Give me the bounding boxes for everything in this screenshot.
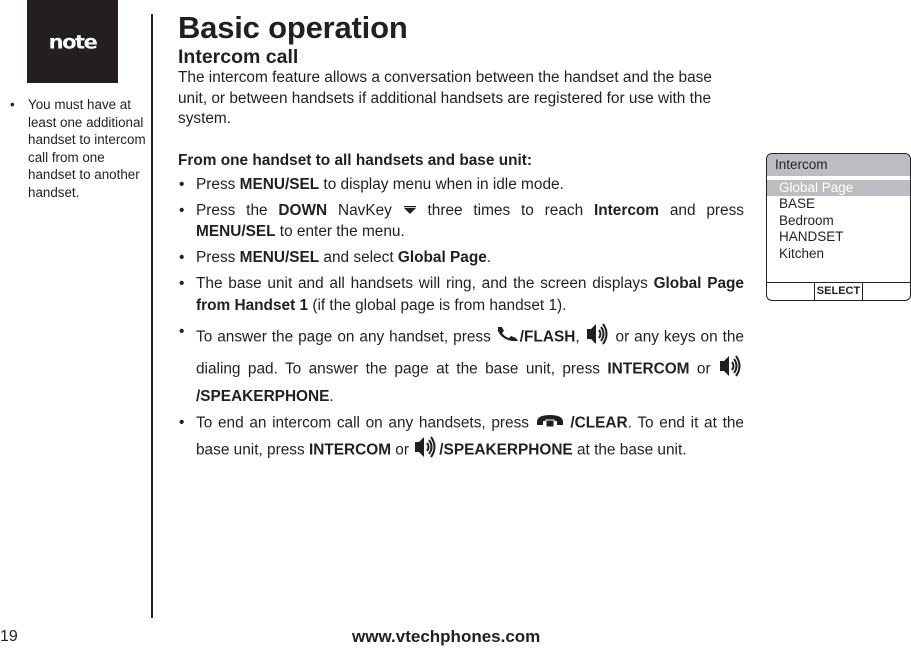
menu-label: Global Page — [397, 249, 487, 267]
step-5: To answer the page on any handset, press… — [178, 321, 744, 407]
steps-list: Press MENU/SEL to display menu when in i… — [178, 174, 744, 467]
menu-label: Intercom — [594, 201, 659, 219]
text: , — [575, 328, 585, 346]
text: at the base unit. — [572, 441, 687, 459]
text: Press the — [196, 201, 279, 219]
softkey-select: SELECT — [814, 283, 863, 300]
text: and press — [659, 201, 744, 219]
softkey-left — [767, 283, 814, 300]
vertical-divider — [151, 14, 153, 618]
down-arrow-icon — [403, 200, 417, 221]
key-label: /FLASH — [519, 328, 576, 346]
note-label: note — [48, 30, 98, 53]
step-4: The base unit and all handsets will ring… — [178, 273, 744, 316]
text: (if the global page is from handset 1). — [308, 296, 567, 314]
footer-url: www.vtechphones.com — [352, 627, 541, 646]
screen-menu-list: Global Page BASE Bedroom HANDSET Kitchen — [767, 180, 910, 262]
note-icon: note — [27, 0, 118, 83]
procedure-heading: From one handset to all handsets and bas… — [178, 151, 533, 169]
key-label: MENU/SEL — [239, 249, 320, 267]
screen-menu-item: HANDSET — [779, 229, 844, 245]
speaker-icon — [413, 434, 439, 466]
text: Press — [196, 175, 240, 193]
screen-title: Intercom — [767, 154, 910, 180]
text: . — [329, 387, 334, 405]
key-label: INTERCOM — [607, 360, 690, 378]
text: to display menu when in idle mode. — [319, 175, 564, 193]
text: To answer the page on any handset, press — [196, 328, 496, 346]
text: three times to reach — [416, 201, 594, 219]
text: or — [391, 441, 414, 459]
softkey-bar: SELECT — [767, 282, 910, 300]
side-note: • You must have at least one additional … — [10, 96, 150, 202]
main-content: Basic operation Intercom call The interc… — [178, 10, 744, 471]
bullet: • — [10, 97, 15, 112]
text: To end an intercom call on any handsets,… — [196, 413, 535, 431]
intro-paragraph: The intercom feature allows a conversati… — [178, 69, 712, 128]
text: Press — [196, 249, 240, 267]
text: and select — [319, 249, 398, 267]
screen-menu-item: Global Page — [767, 180, 910, 197]
speaker-icon — [585, 321, 611, 353]
text: The base unit and all handsets will ring… — [196, 275, 654, 293]
handset-screen: Intercom Global Page BASE Bedroom HANDSE… — [766, 153, 911, 301]
key-label: MENU/SEL — [239, 175, 320, 193]
side-note-text: You must have at least one additional ha… — [28, 97, 146, 200]
step-1: Press MENU/SEL to display menu when in i… — [178, 174, 744, 196]
step-6: To end an intercom call on any handsets,… — [178, 412, 744, 467]
text: or — [689, 360, 718, 378]
screen-menu-item: Kitchen — [779, 245, 825, 261]
key-label: /CLEAR — [564, 413, 628, 431]
key-label: /SPEAKERPHONE — [439, 441, 573, 459]
section-title: Intercom call — [178, 46, 299, 68]
text: to enter the menu. — [275, 223, 405, 241]
phone-talk-icon — [496, 326, 520, 348]
text: . — [486, 249, 492, 267]
step-2: Press the DOWN NavKey three times to rea… — [178, 200, 744, 243]
step-3: Press MENU/SEL and select Global Page. — [178, 247, 744, 269]
page-number: 19 — [0, 628, 18, 645]
page-title: Basic operation — [178, 10, 408, 45]
key-label: MENU/SEL — [196, 223, 276, 241]
key-label: INTERCOM — [308, 441, 392, 459]
key-label: DOWN — [278, 201, 328, 219]
screen-menu-item: Bedroom — [779, 212, 834, 228]
key-label: /SPEAKERPHONE — [196, 387, 330, 405]
phone-off-icon — [535, 412, 565, 434]
speaker-icon — [718, 353, 744, 385]
text: NavKey — [327, 201, 403, 219]
softkey-right — [863, 283, 910, 300]
screen-menu-item: BASE — [779, 196, 816, 212]
